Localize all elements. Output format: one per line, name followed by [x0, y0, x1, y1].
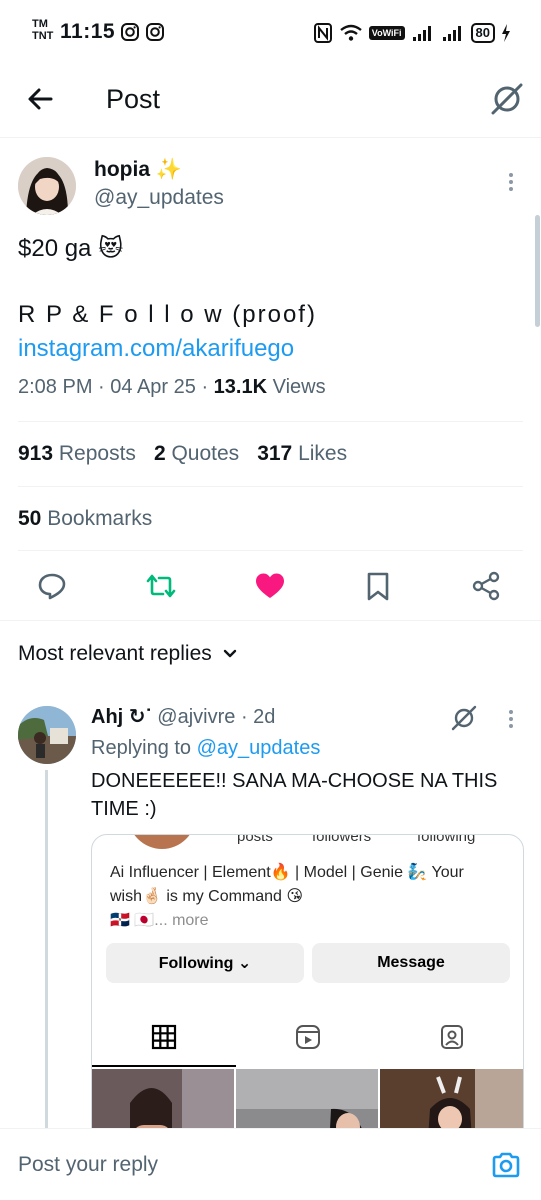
embed-posts-label: posts — [237, 834, 273, 845]
author-handle[interactable]: @ay_updates — [94, 186, 224, 210]
instagram-icon — [121, 23, 139, 41]
views-count: 13.1K — [213, 376, 268, 398]
scrollbar-thumb[interactable] — [535, 215, 540, 327]
views-label: Views — [267, 376, 326, 398]
embed-profile-bio: Ai Influencer | Element🔥 | Model | Genie… — [110, 861, 510, 933]
divider — [18, 421, 523, 422]
reply-handle-time[interactable]: @ajvivre · 2d — [157, 706, 275, 728]
reposts-stat[interactable]: 913 Reposts — [18, 442, 136, 466]
replying-prefix: Replying to — [91, 737, 197, 759]
share-icon[interactable] — [470, 570, 502, 602]
quotes-label: Quotes — [171, 442, 240, 465]
embed-following-label: following — [417, 834, 476, 845]
thread-connector-line — [45, 770, 48, 1130]
reply-author-name[interactable]: Ahj ↻ᐝ — [91, 706, 152, 728]
nfc-icon — [313, 23, 332, 43]
post-timestamp-views: 2:08 PM · 04 Apr 25 · 13.1K Views — [18, 376, 326, 399]
embed-bio-flags: 🇩🇴 🇯🇵 — [110, 912, 155, 929]
post-text-line1: $20 ga 😻 — [18, 235, 124, 262]
replying-to: Replying to @ay_updates — [91, 737, 320, 760]
post-action-bar — [18, 566, 523, 606]
quotes-stat[interactable]: 2 Quotes — [154, 442, 239, 466]
embed-followers-label: followers — [312, 834, 372, 845]
bookmarks-label: Bookmarks — [47, 507, 153, 530]
back-arrow-icon[interactable] — [24, 82, 58, 116]
reels-icon — [296, 1025, 320, 1049]
divider — [18, 550, 523, 551]
camera-icon[interactable] — [490, 1149, 522, 1181]
reply-icon[interactable] — [36, 570, 68, 602]
quotes-count: 2 — [153, 442, 166, 465]
signal-icon — [442, 26, 461, 41]
bookmark-icon[interactable] — [362, 570, 394, 602]
tagged-icon — [441, 1025, 463, 1049]
status-bar: TM TNT 11:15 VoWiFi 80 — [0, 0, 541, 64]
post-link[interactable]: instagram.com/akarifuego — [18, 332, 294, 366]
replying-to-handle[interactable]: @ay_updates — [197, 737, 321, 759]
embed-following-button: Following ⌄ — [106, 943, 304, 983]
reply-composer-bar: Post your reply — [0, 1128, 541, 1200]
grok-icon[interactable] — [450, 704, 478, 732]
more-options-icon[interactable] — [508, 172, 514, 192]
likes-stat[interactable]: 317 Likes — [257, 442, 347, 466]
charging-icon — [502, 24, 510, 42]
repost-icon[interactable] — [145, 570, 177, 602]
engagement-stats: 913 Reposts 2 Quotes 317 Likes — [18, 442, 347, 466]
reply-header: Ahj ↻ᐝ @ajvivre · 2d — [91, 704, 275, 729]
more-options-icon[interactable] — [508, 709, 514, 729]
carrier-label: TM TNT — [32, 18, 56, 42]
reposts-label: Reposts — [58, 442, 136, 465]
instagram-icon — [146, 23, 164, 41]
embed-message-button: Message — [312, 943, 510, 983]
status-icons: VoWiFi 80 — [313, 20, 511, 46]
reply-text: DONEEEEEE!! SANA MA-CHOOSE NA THIS TIME … — [91, 770, 498, 820]
grid-icon — [151, 1024, 177, 1050]
replies-sort-dropdown[interactable]: Most relevant replies — [18, 642, 238, 666]
embed-active-tab-indicator — [92, 1065, 236, 1067]
reply-author-avatar[interactable] — [18, 706, 76, 764]
post-text-line2: R P & F o l l o w (proof) — [18, 301, 317, 328]
vowifi-badge: VoWiFi — [368, 26, 405, 40]
carrier-bottom: TNT — [32, 30, 54, 42]
page-title: Post — [106, 84, 161, 114]
replies-sort-label: Most relevant replies — [18, 642, 212, 665]
post-time: 2:08 PM · 04 Apr 25 · — [18, 376, 214, 398]
signal-icon — [412, 26, 431, 41]
embed-bio-line1: Ai Influencer | Element🔥 | Model | Genie… — [110, 864, 464, 881]
wifi-icon — [340, 24, 362, 41]
top-app-bar: Post — [0, 64, 541, 138]
profile-picture-crop — [134, 835, 190, 849]
author-name[interactable]: hopia ✨ — [94, 158, 182, 182]
bookmarks-count: 50 — [18, 507, 42, 530]
like-heart-icon[interactable] — [254, 570, 286, 602]
divider — [18, 486, 523, 487]
carrier-top: TM — [32, 18, 48, 30]
reply-input[interactable]: Post your reply — [18, 1153, 158, 1177]
battery-indicator: 80 — [470, 23, 495, 43]
likes-count: 317 — [257, 442, 293, 465]
clock: 11:15 — [60, 20, 116, 43]
bookmarks-stat[interactable]: 50 Bookmarks — [18, 507, 152, 531]
embed-bio-more: ... more — [154, 912, 209, 929]
grok-icon[interactable] — [488, 80, 526, 118]
reposts-count: 913 — [18, 442, 54, 465]
embed-bio-line2: wish🤞🏻 is my Command 😘 — [110, 888, 304, 905]
author-avatar[interactable] — [18, 157, 76, 215]
chevron-down-icon — [223, 649, 236, 658]
divider — [0, 620, 541, 621]
likes-label: Likes — [298, 442, 348, 465]
